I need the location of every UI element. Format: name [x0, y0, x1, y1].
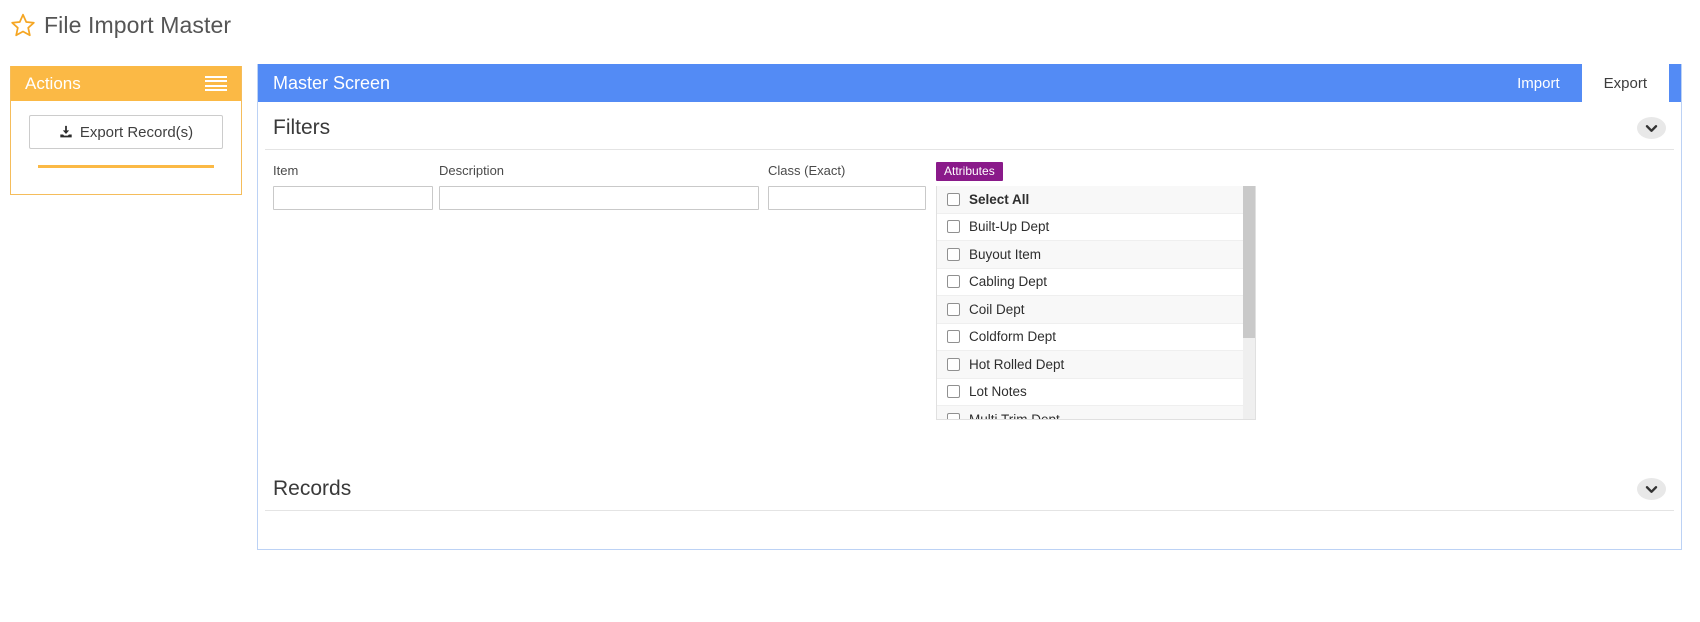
- actions-panel: Actions Export Record(s): [10, 66, 242, 195]
- star-icon[interactable]: [10, 12, 36, 38]
- attributes-option[interactable]: Hot Rolled Dept: [937, 351, 1243, 379]
- filter-row: Item Description Class (Exact) Attribute…: [273, 162, 1666, 420]
- attributes-option[interactable]: Cabling Dept: [937, 268, 1243, 296]
- records-title: Records: [273, 477, 352, 500]
- checkbox-icon[interactable]: [947, 220, 960, 234]
- actions-panel-footer: [11, 178, 241, 194]
- checkbox-icon[interactable]: [947, 275, 960, 289]
- checkbox-icon[interactable]: [947, 330, 960, 344]
- checkbox-icon[interactable]: [947, 412, 960, 419]
- attributes-dropdown: Select All Built-Up Dept Buyout Item Cab…: [936, 186, 1256, 420]
- filter-input-description[interactable]: [439, 186, 759, 210]
- checkbox-icon[interactable]: [947, 357, 960, 371]
- attributes-option-label: Built-Up Dept: [969, 219, 1050, 235]
- attributes-option[interactable]: Multi Trim Dept: [937, 406, 1243, 419]
- actions-panel-header: Actions: [11, 66, 241, 101]
- attributes-option[interactable]: Buyout Item: [937, 241, 1243, 269]
- master-screen-header: Master Screen Import Export: [258, 64, 1681, 102]
- filters-title: Filters: [273, 116, 331, 139]
- checkbox-icon[interactable]: [947, 192, 960, 206]
- actions-title: Actions: [25, 73, 81, 93]
- export-records-label: Export Record(s): [79, 123, 194, 141]
- download-icon: [59, 125, 73, 139]
- attributes-option[interactable]: Coldform Dept: [937, 323, 1243, 351]
- tab-import-label: Import: [1517, 74, 1560, 92]
- filters-collapse-button[interactable]: [1637, 117, 1666, 139]
- filter-field-attributes: Attributes Select All Built-Up Dept Buyo…: [936, 162, 1256, 420]
- attributes-option[interactable]: Lot Notes: [937, 378, 1243, 406]
- filter-label-class: Class (Exact): [768, 163, 846, 178]
- tab-import[interactable]: Import: [1495, 64, 1582, 102]
- records-section: Records: [258, 463, 1681, 549]
- checkbox-icon[interactable]: [947, 385, 960, 399]
- attributes-option[interactable]: Built-Up Dept: [937, 213, 1243, 241]
- checkbox-icon[interactable]: [947, 247, 960, 261]
- filters-section-header: Filters: [265, 102, 1674, 150]
- filter-field-description: Description: [439, 162, 759, 210]
- actions-panel-body: Export Record(s): [11, 101, 241, 178]
- filter-label-item: Item: [273, 163, 299, 178]
- filter-field-item: Item: [273, 162, 433, 210]
- records-collapse-button[interactable]: [1637, 478, 1666, 500]
- attributes-option-label: Coldform Dept: [969, 329, 1057, 345]
- page-title: File Import Master: [44, 11, 232, 38]
- records-body: [265, 511, 1674, 549]
- attributes-dropdown-scrollbar[interactable]: [1243, 186, 1255, 419]
- attributes-option-label: Cabling Dept: [969, 274, 1048, 290]
- header-tabs: Import Export: [1495, 64, 1669, 102]
- filter-label-description: Description: [439, 163, 505, 178]
- scrollbar-thumb[interactable]: [1243, 186, 1255, 338]
- chevron-down-icon: [1645, 124, 1658, 133]
- attributes-option-label: Multi Trim Dept: [969, 412, 1060, 419]
- master-screen-title: Master Screen: [273, 72, 391, 93]
- page-title-bar: File Import Master: [10, 6, 231, 44]
- tab-export[interactable]: Export: [1581, 64, 1669, 102]
- actions-divider: [38, 165, 214, 168]
- filter-input-item[interactable]: [273, 186, 433, 210]
- export-records-button[interactable]: Export Record(s): [29, 115, 223, 149]
- attributes-option-label: Lot Notes: [969, 384, 1027, 400]
- filters-body: Item Description Class (Exact) Attribute…: [265, 150, 1674, 434]
- attributes-option-label: Buyout Item: [969, 246, 1042, 262]
- attributes-option-list: Select All Built-Up Dept Buyout Item Cab…: [937, 186, 1243, 419]
- master-screen-panel: Master Screen Import Export Filters Item…: [257, 64, 1682, 550]
- records-section-header: Records: [265, 463, 1674, 511]
- hamburger-menu-icon[interactable]: [205, 75, 227, 92]
- attributes-option-label: Select All: [969, 191, 1030, 207]
- attributes-option-label: Hot Rolled Dept: [969, 356, 1065, 372]
- tab-export-label: Export: [1603, 74, 1647, 92]
- attributes-option-label: Coil Dept: [969, 301, 1025, 317]
- attributes-option[interactable]: Coil Dept: [937, 296, 1243, 324]
- chevron-down-icon: [1645, 485, 1658, 494]
- checkbox-icon[interactable]: [947, 302, 960, 316]
- filter-input-class[interactable]: [768, 186, 926, 210]
- filter-label-attributes: Attributes: [936, 162, 1003, 181]
- filters-section: Filters Item Description Class (Exact) A…: [258, 102, 1681, 434]
- filter-field-class: Class (Exact): [768, 162, 926, 210]
- attributes-option-select-all[interactable]: Select All: [937, 186, 1243, 214]
